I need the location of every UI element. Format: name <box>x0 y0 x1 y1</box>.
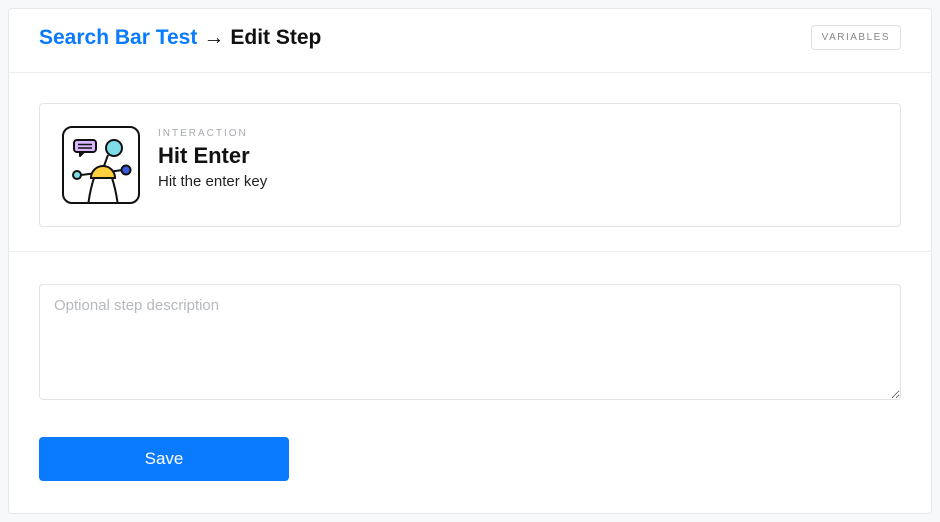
variables-button[interactable]: VARIABLES <box>811 25 901 50</box>
step-category-label: INTERACTION <box>158 128 267 139</box>
step-title: Hit Enter <box>158 143 267 169</box>
breadcrumb-current: Edit Step <box>230 26 321 50</box>
step-description: Hit the enter key <box>158 173 267 190</box>
breadcrumb-root-link[interactable]: Search Bar Test <box>39 26 197 50</box>
breadcrumb: Search Bar Test → Edit Step <box>39 26 321 50</box>
interaction-icon <box>62 126 140 204</box>
step-section: INTERACTION Hit Enter Hit the enter key <box>9 73 931 252</box>
header: Search Bar Test → Edit Step VARIABLES <box>9 9 931 73</box>
save-button[interactable]: Save <box>39 437 289 481</box>
edit-step-card: Search Bar Test → Edit Step VARIABLES <box>8 8 932 514</box>
step-card: INTERACTION Hit Enter Hit the enter key <box>39 103 901 227</box>
form-section: Save <box>9 252 931 511</box>
breadcrumb-arrow: → <box>203 26 224 50</box>
step-meta: INTERACTION Hit Enter Hit the enter key <box>158 126 267 190</box>
step-description-input[interactable] <box>39 284 901 400</box>
